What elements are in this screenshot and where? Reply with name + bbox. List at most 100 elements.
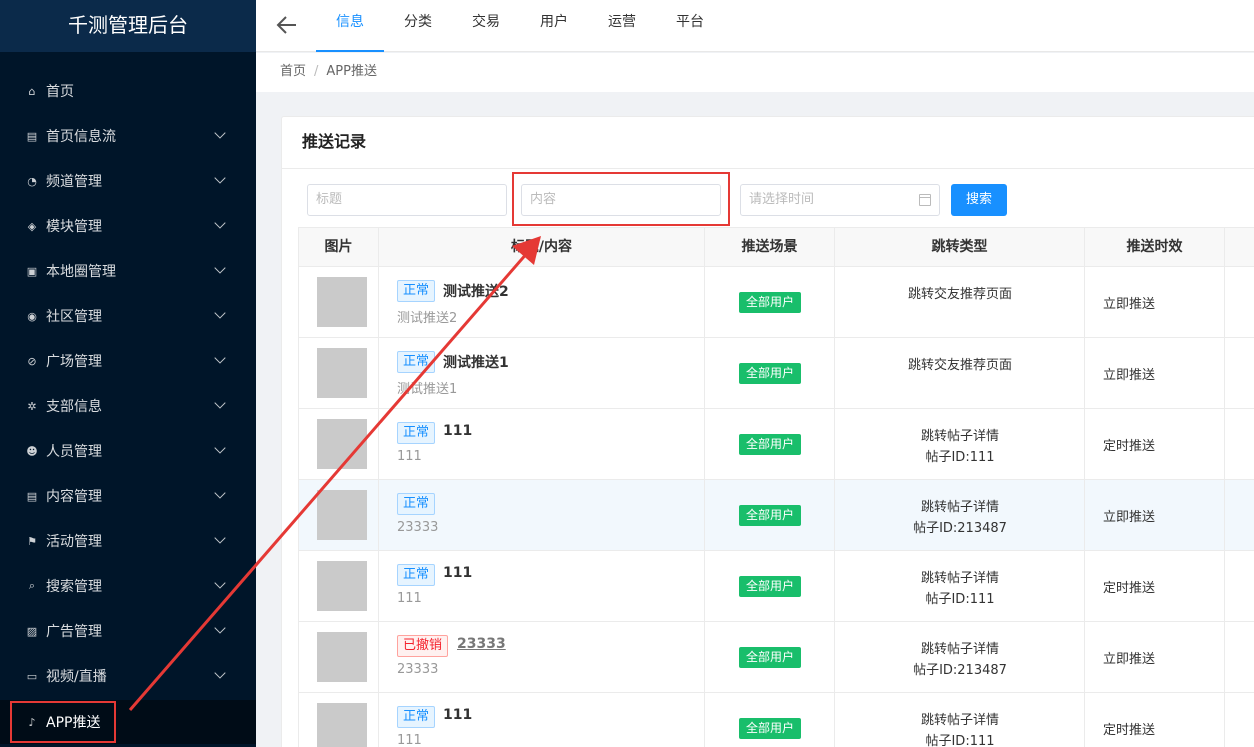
chevron-down-icon[interactable] <box>214 217 226 229</box>
sidebar-item-6[interactable]: ⊘ 广场管理 <box>0 339 256 383</box>
table-row[interactable]: 正常 111 111 全部用户 跳转帖子详情 帖子ID:111 定时推送 <box>298 409 1254 480</box>
jump-detail: 帖子ID:213487 <box>913 663 1007 678</box>
sidebar-item-4[interactable]: ▣ 本地圈管理 <box>0 249 256 293</box>
sidebar-item-11[interactable]: ⌕ 搜索管理 <box>0 564 256 608</box>
scene-badge: 全部用户 <box>739 505 802 526</box>
search-button[interactable]: 搜索 <box>951 184 1007 216</box>
video-icon: ▭ <box>26 669 38 683</box>
chevron-down-icon[interactable] <box>214 487 226 499</box>
chevron-down-icon[interactable] <box>214 352 226 364</box>
title-filter-input[interactable]: 标题 <box>307 184 507 216</box>
chevron-down-icon[interactable] <box>214 442 226 454</box>
sidebar-item-label: 广告管理 <box>46 624 102 640</box>
sidebar-item-8[interactable]: ☻ 人员管理 <box>0 429 256 473</box>
chevron-down-icon[interactable] <box>214 262 226 274</box>
status-badge: 正常 <box>397 422 436 444</box>
sidebar-item-label: 模块管理 <box>46 219 102 235</box>
row-content: 23333 <box>397 662 439 677</box>
row-title: 测试推送1 <box>443 355 509 371</box>
table-row[interactable]: 正常 测试推送1 测试推送1 全部用户 跳转交友推荐页面 立即推送 <box>298 338 1254 409</box>
table-row[interactable]: 正常 测试推送2 测试推送2 全部用户 跳转交友推荐页面 立即推送 <box>298 267 1254 338</box>
sidebar-item-13[interactable]: ▭ 视频/直播 <box>0 654 256 698</box>
breadcrumb-home[interactable]: 首页 <box>280 64 306 79</box>
annotation-box-menu <box>10 701 116 743</box>
sidebar-item-9[interactable]: ▤ 内容管理 <box>0 474 256 518</box>
chevron-down-icon[interactable] <box>214 397 226 409</box>
card-title: 推送记录 <box>282 117 1254 169</box>
thumbnail-image <box>317 632 367 682</box>
status-badge: 正常 <box>397 564 436 586</box>
sidebar-item-1[interactable]: ▤ 首页信息流 <box>0 114 256 158</box>
row-content: 111 <box>397 733 422 747</box>
sidebar-item-label: 广场管理 <box>46 354 102 370</box>
sidebar-item-10[interactable]: ⚑ 活动管理 <box>0 519 256 563</box>
chevron-down-icon[interactable] <box>214 622 226 634</box>
effect-cell: 立即推送 <box>1085 338 1225 408</box>
sidebar-item-label: 人员管理 <box>46 444 102 460</box>
chevron-down-icon[interactable] <box>214 307 226 319</box>
table-row[interactable]: 正常 111 111 全部用户 跳转帖子详情 帖子ID:111 定时推送 <box>298 693 1254 747</box>
column-header: 图片 <box>299 228 379 266</box>
thumbnail-image <box>317 348 367 398</box>
sidebar-item-3[interactable]: ◈ 模块管理 <box>0 204 256 248</box>
scene-badge: 全部用户 <box>739 292 802 313</box>
jump-cell: 跳转帖子详情 帖子ID:111 <box>835 551 1085 621</box>
app-title: 千测管理后台 <box>0 0 256 52</box>
image-cell <box>299 693 379 747</box>
table-row[interactable]: 已撤销 23333 23333 全部用户 跳转帖子详情 帖子ID:213487 立即推送 <box>298 622 1254 693</box>
compass-icon: ⊘ <box>27 354 37 368</box>
back-arrow-icon[interactable] <box>276 14 298 36</box>
tab-2[interactable]: 交易 <box>452 0 520 52</box>
push-effect: 立即推送 <box>1103 510 1156 525</box>
thumbnail-image <box>317 703 367 747</box>
list-icon: ▤ <box>26 129 38 143</box>
rss-icon: ◔ <box>27 174 37 188</box>
tab-5[interactable]: 平台 <box>656 0 724 52</box>
status-badge: 正常 <box>397 351 436 373</box>
jump-detail: 帖子ID:111 <box>925 450 995 465</box>
jump-type: 跳转帖子详情 <box>920 642 999 657</box>
sidebar-item-5[interactable]: ◉ 社区管理 <box>0 294 256 338</box>
table-row[interactable]: 正常 111 111 全部用户 跳转帖子详情 帖子ID:111 定时推送 <box>298 551 1254 622</box>
row-content: 23333 <box>397 520 439 535</box>
breadcrumb: 首页 / APP推送 <box>256 53 1254 92</box>
chevron-down-icon[interactable] <box>214 577 226 589</box>
jump-cell: 跳转帖子详情 帖子ID:111 <box>835 409 1085 479</box>
column-header: 推送场景 <box>705 228 835 266</box>
status-badge: 正常 <box>397 706 436 728</box>
jump-cell: 跳转帖子详情 帖子ID:213487 <box>835 480 1085 550</box>
cube-icon: ◈ <box>27 219 37 233</box>
row-title: 111 <box>443 565 473 581</box>
sidebar-item-12[interactable]: ▨ 广告管理 <box>0 609 256 653</box>
sidebar-item-2[interactable]: ◔ 频道管理 <box>0 159 256 203</box>
tab-4[interactable]: 运营 <box>588 0 656 52</box>
scene-cell: 全部用户 <box>705 693 835 747</box>
chevron-down-icon[interactable] <box>214 127 226 139</box>
row-title[interactable]: 23333 <box>457 636 506 652</box>
image-cell <box>299 480 379 550</box>
push-effect: 立即推送 <box>1103 368 1156 383</box>
title-content-cell: 正常 测试推送1 测试推送1 <box>379 338 705 408</box>
thumbnail-image <box>317 277 367 327</box>
scene-cell: 全部用户 <box>705 622 835 692</box>
row-title: 111 <box>443 423 473 439</box>
jump-type: 跳转交友推荐页面 <box>907 287 1012 302</box>
tab-3[interactable]: 用户 <box>520 0 588 52</box>
chevron-down-icon[interactable] <box>214 532 226 544</box>
date-picker[interactable]: 请选择时间 <box>740 184 940 216</box>
home-icon: ⌂ <box>28 84 36 98</box>
sidebar-item-label: 支部信息 <box>46 399 102 415</box>
scene-badge: 全部用户 <box>739 434 802 455</box>
scene-cell: 全部用户 <box>705 267 835 337</box>
sidebar-item-label: 搜索管理 <box>46 579 102 595</box>
tab-0[interactable]: 信息 <box>316 0 384 52</box>
chevron-down-icon[interactable] <box>214 667 226 679</box>
table-row[interactable]: 正常 23333 全部用户 跳转帖子详情 帖子ID:213487 立即推送 <box>298 480 1254 551</box>
effect-cell: 立即推送 <box>1085 622 1225 692</box>
sidebar-item-0[interactable]: ⌂ 首页 <box>0 69 256 113</box>
row-content: 测试推送1 <box>397 382 458 397</box>
settings-icon: ✲ <box>27 399 37 413</box>
chevron-down-icon[interactable] <box>214 172 226 184</box>
sidebar-item-7[interactable]: ✲ 支部信息 <box>0 384 256 428</box>
tab-1[interactable]: 分类 <box>384 0 452 52</box>
